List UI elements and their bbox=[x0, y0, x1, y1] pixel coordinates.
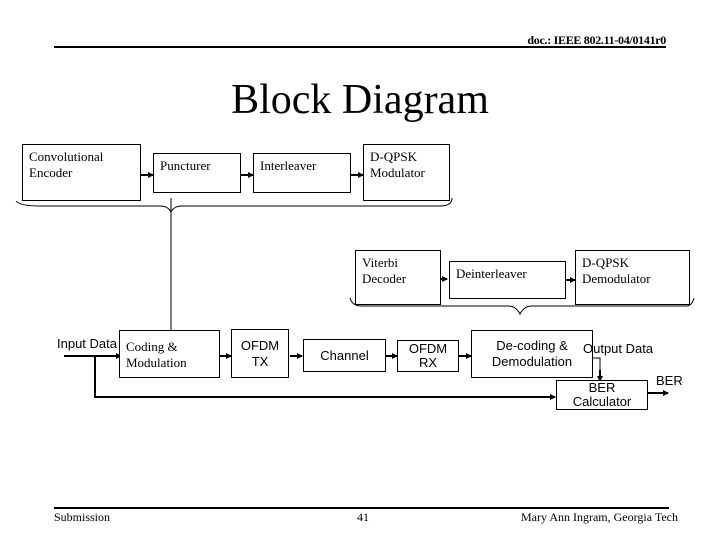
puncturer-block: Puncturer bbox=[153, 153, 241, 193]
page-number: 41 bbox=[357, 510, 369, 524]
viterbi-decoder-block: Viterbi Decoder bbox=[355, 250, 441, 305]
channel-block: Channel bbox=[303, 339, 386, 372]
footer-rule bbox=[54, 507, 669, 509]
convolutional-encoder-block: Convolutional Encoder bbox=[22, 144, 141, 201]
dqpsk-modulator-block: D-QPSK Modulator bbox=[363, 144, 450, 201]
ofdm-tx-block: OFDM TX bbox=[231, 329, 289, 378]
coding-modulation-block: Coding & Modulation bbox=[119, 330, 220, 378]
deinterleaver-block: Deinterleaver bbox=[449, 261, 566, 299]
footer-author: Mary Ann Ingram, Georgia Tech bbox=[520, 510, 678, 524]
output-data-label: Output Data bbox=[583, 341, 654, 356]
input-data-label: Input Data bbox=[57, 336, 117, 351]
ber-calculator-block: BER Calculator bbox=[556, 380, 648, 410]
dqpsk-demodulator-block: D-QPSK Demodulator bbox=[575, 250, 690, 305]
ofdm-rx-block: OFDM RX bbox=[397, 340, 459, 372]
interleaver-block: Interleaver bbox=[253, 153, 351, 193]
output-data-path bbox=[592, 357, 601, 380]
decoding-demodulation-block: De-coding & Demodulation bbox=[471, 330, 593, 378]
footer-submission: Submission bbox=[54, 510, 111, 524]
ber-output-label: BER bbox=[656, 373, 683, 388]
